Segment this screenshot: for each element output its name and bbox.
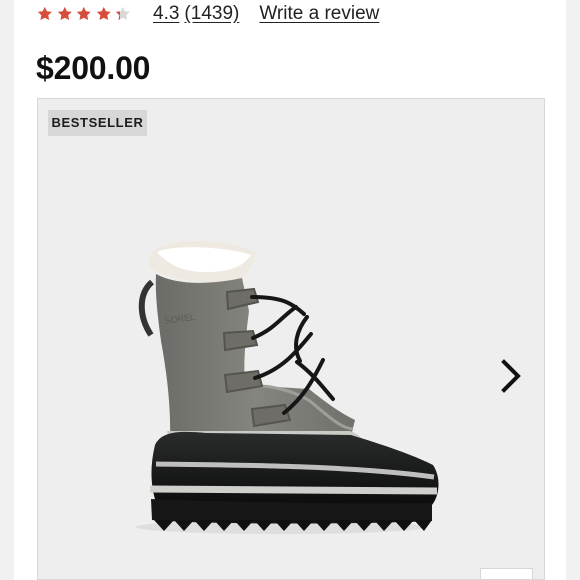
winter-boot-image: SOREL [136, 241, 439, 534]
chevron-right-icon[interactable] [499, 358, 523, 394]
partial-star-icon [116, 6, 131, 21]
right-page-margin [566, 0, 580, 580]
star-icon [37, 6, 52, 21]
product-image-gallery[interactable]: BESTSELLER SOREL [37, 98, 545, 580]
star-icon [57, 6, 72, 21]
product-price: $200.00 [36, 50, 151, 86]
star-icon [77, 6, 91, 21]
write-review-link[interactable]: Write a review [259, 2, 379, 26]
image-thumbnail-control[interactable] [480, 568, 533, 579]
product-detail-page: 4.3 (1439) Write a review $200.00 BESTSE… [0, 0, 580, 580]
rating-summary: 4.3 (1439) Write a review [36, 2, 379, 26]
bestseller-badge: BESTSELLER [48, 110, 147, 136]
star-icon [96, 6, 111, 21]
rating-value-link[interactable]: 4.3 [153, 2, 179, 26]
rating-count-link[interactable]: (1439) [184, 2, 239, 26]
star-rating [36, 4, 132, 24]
left-page-margin [0, 0, 14, 580]
